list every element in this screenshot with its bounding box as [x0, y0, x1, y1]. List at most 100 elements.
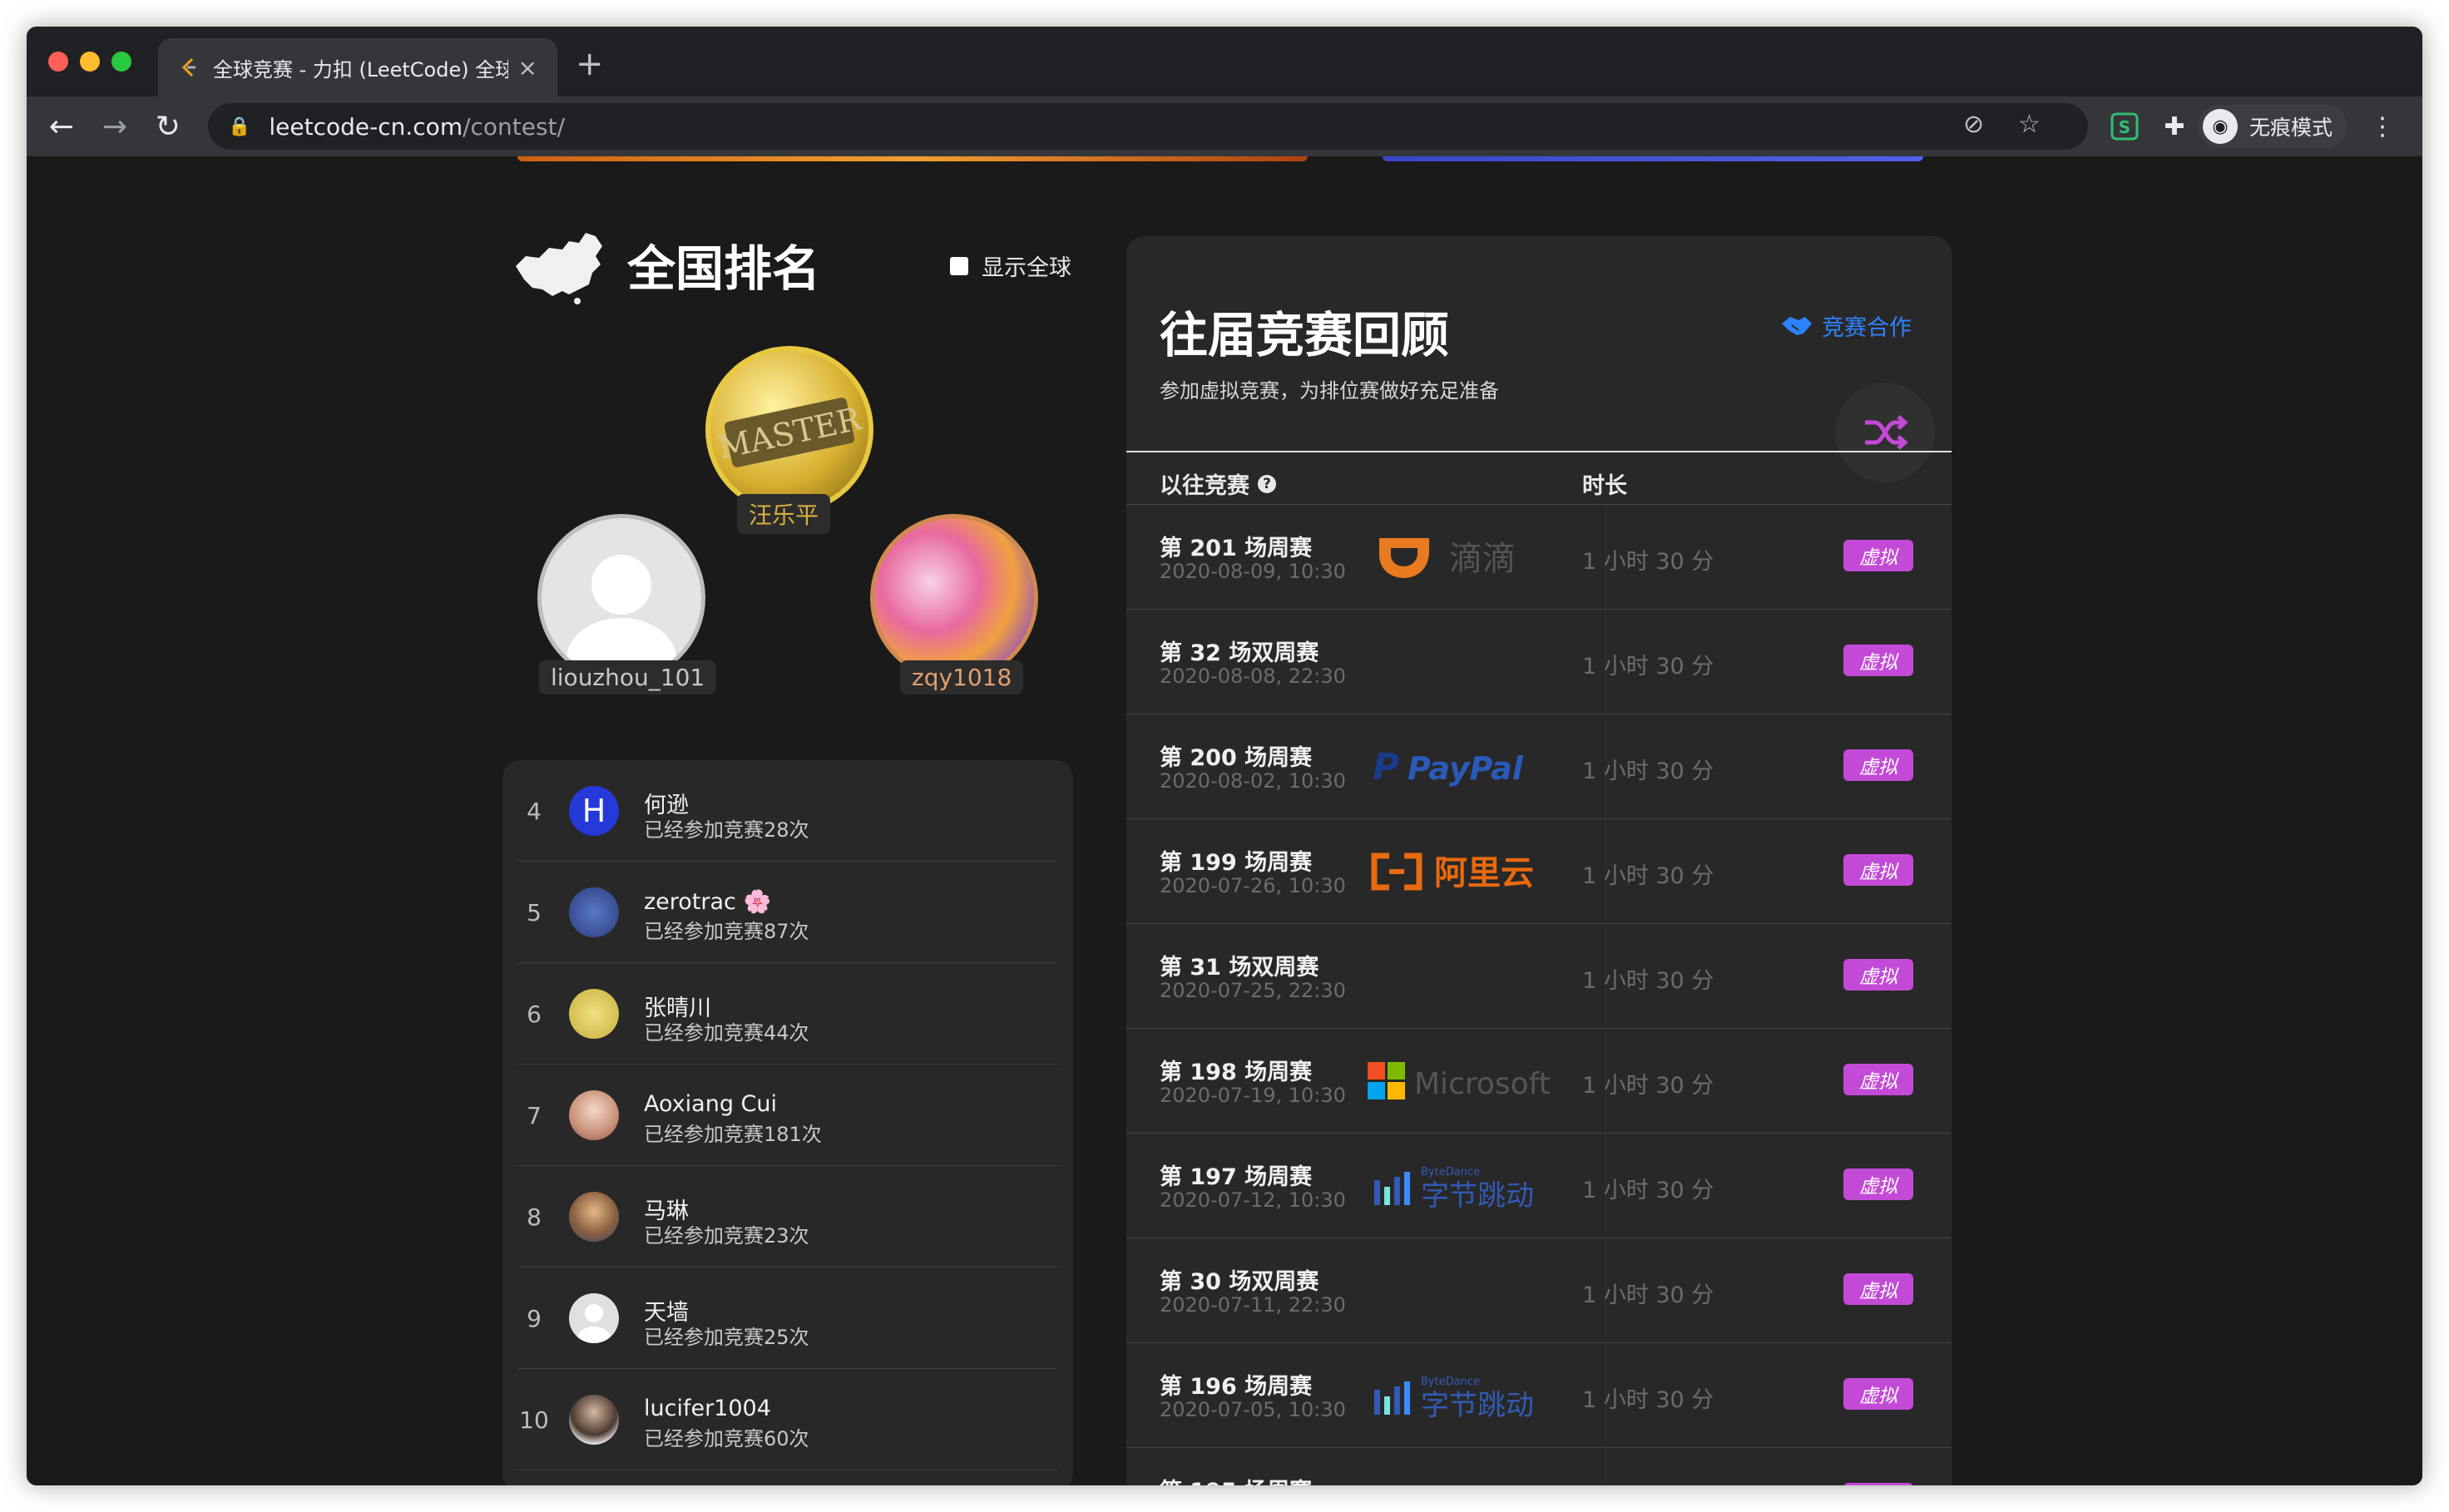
contest-duration: 1 小时 30 分 [1582, 1073, 1714, 1099]
review-title: 往届竞赛回顾 [1160, 307, 1450, 363]
ranking-row[interactable]: 5 zerotrac 🌸 已经参加竞赛87次 [517, 862, 1058, 963]
user-name[interactable]: lucifer1004 [644, 1396, 771, 1421]
contest-date: 2020-07-19, 10:30 [1160, 1084, 1346, 1107]
user-avatar[interactable] [569, 1090, 619, 1140]
contest-row[interactable]: 第 201 场周赛 2020-08-09, 10:30 1 小时 30 分 虚拟 滴滴 [1126, 505, 1952, 610]
contest-row[interactable]: 第 32 场双周赛 2020-08-08, 22:30 1 小时 30 分 虚拟 [1126, 610, 1952, 714]
bookmark-star-icon[interactable]: ☆ [2018, 110, 2041, 139]
ranking-row[interactable]: 9 天墙 已经参加竞赛25次 [517, 1267, 1058, 1369]
virtual-contest-button[interactable]: 虚拟 [1843, 749, 1913, 781]
virtual-contest-button[interactable]: 虚拟 [1843, 1169, 1913, 1200]
maximize-window-button[interactable] [111, 52, 131, 72]
back-arrow-icon[interactable]: ← [42, 106, 82, 146]
virtual-contest-button[interactable]: 虚拟 [1843, 645, 1913, 676]
contest-name[interactable]: 第 197 场周赛 [1160, 1159, 1312, 1191]
contest-row[interactable]: 第 198 场周赛 2020-07-19, 10:30 1 小时 30 分 虚拟 Mic… [1126, 1029, 1952, 1134]
url-path: /contest/ [463, 112, 566, 141]
contest-name[interactable]: 第 195 场周赛 [1160, 1473, 1312, 1485]
contest-name[interactable]: 第 32 场双周赛 [1160, 635, 1319, 667]
svg-text:字节跳动: 字节跳动 [1421, 1179, 1534, 1213]
user-avatar[interactable] [569, 1395, 619, 1445]
podium-avatar-3[interactable] [870, 514, 1038, 682]
rank-number: 10 [519, 1406, 549, 1434]
user-avatar[interactable] [569, 1293, 619, 1343]
ranking-row[interactable]: 7 Aoxiang Cui 已经参加竞赛181次 [517, 1065, 1058, 1166]
contest-row[interactable]: 第 31 场双周赛 2020-07-25, 22:30 1 小时 30 分 虚拟 [1126, 924, 1952, 1029]
podium-avatar-1[interactable]: MASTER [705, 346, 873, 514]
tab-close-icon[interactable]: × [518, 54, 537, 82]
contest-cooperation-link[interactable]: 竞赛合作 [1780, 309, 1912, 342]
extension-s-icon[interactable]: S [2106, 108, 2143, 145]
contest-row[interactable]: 第 196 场周赛 2020-07-05, 10:30 1 小时 30 分 虚拟 Byt… [1126, 1343, 1952, 1448]
podium-name-3[interactable]: zqy1018 [900, 660, 1024, 694]
contest-name[interactable]: 第 31 场双周赛 [1160, 949, 1319, 981]
contest-row[interactable]: 第 200 场周赛 2020-08-02, 10:30 1 小时 30 分 虚拟 P Pa… [1126, 714, 1952, 819]
incognito-label: 无痕模式 [2249, 116, 2333, 140]
reload-icon[interactable]: ↻ [148, 106, 188, 146]
tab-leetcode-contest[interactable]: 全球竞赛 - 力扣 (LeetCode) 全球 × [158, 38, 557, 96]
contest-row[interactable]: 第 197 场周赛 2020-07-12, 10:30 1 小时 30 分 虚拟 Byt… [1126, 1134, 1952, 1238]
new-tab-button[interactable]: + [576, 45, 604, 83]
contest-banner-biweekly[interactable] [1383, 156, 1923, 161]
random-contest-button[interactable] [1835, 383, 1935, 482]
contest-row[interactable]: 第 30 场双周赛 2020-07-11, 22:30 1 小时 30 分 虚拟 [1126, 1238, 1952, 1343]
contest-count: 已经参加竞赛23次 [644, 1224, 809, 1248]
ranking-row[interactable]: 4 H 何逊 已经参加竞赛28次 [517, 760, 1058, 862]
podium-avatar-2[interactable] [537, 514, 705, 682]
shuffle-icon [1865, 415, 1908, 450]
podium-name-2[interactable]: liouzhou_101 [539, 660, 717, 694]
virtual-contest-button[interactable]: 虚拟 [1843, 540, 1913, 571]
show-global-checkbox[interactable] [950, 256, 968, 275]
user-name[interactable]: zerotrac 🌸 [644, 888, 771, 915]
bytedance-logo: ByteDance 字节跳动 [1368, 1365, 1567, 1423]
address-bar[interactable]: 🔒 leetcode-cn.com/contest/ ⊘ ☆ [208, 103, 2088, 150]
rank-number: 8 [527, 1203, 542, 1231]
rank-number: 7 [527, 1101, 542, 1129]
rank-number: 6 [527, 1000, 542, 1028]
ranking-row[interactable]: 6 张晴川 已经参加竞赛44次 [517, 963, 1058, 1065]
contest-duration: 1 小时 30 分 [1582, 863, 1714, 889]
help-icon[interactable]: ? [1258, 474, 1276, 493]
user-avatar[interactable] [569, 887, 619, 937]
aliyun-logo: 阿里云 [1368, 841, 1567, 899]
contest-date: 2020-07-12, 10:30 [1160, 1188, 1346, 1212]
contest-name[interactable]: 第 196 场周赛 [1160, 1368, 1312, 1401]
contest-banner-weekly[interactable] [517, 156, 1308, 161]
contest-row[interactable]: 第 195 场周赛1 小时 30 分虚拟 [1126, 1448, 1952, 1485]
virtual-contest-button[interactable]: 虚拟 [1843, 1378, 1913, 1410]
virtual-contest-button[interactable]: 虚拟 [1843, 959, 1913, 991]
incognito-indicator[interactable]: ◉ 无痕模式 [2198, 105, 2348, 148]
contest-name[interactable]: 第 30 场双周赛 [1160, 1263, 1319, 1296]
contest-count: 已经参加竞赛87次 [644, 920, 809, 943]
virtual-contest-button[interactable]: 虚拟 [1843, 854, 1913, 886]
user-avatar[interactable]: H [569, 786, 619, 836]
close-window-button[interactable] [48, 52, 68, 72]
browser-menu-icon[interactable]: ⋮ [2364, 108, 2401, 145]
default-user-icon [577, 1304, 611, 1343]
show-global-toggle[interactable]: 显示全球 [950, 250, 1071, 282]
contest-name[interactable]: 第 201 场周赛 [1160, 530, 1312, 562]
minimize-window-button[interactable] [80, 52, 100, 72]
rank-number: 4 [527, 797, 542, 825]
user-avatar[interactable] [569, 1192, 619, 1242]
extensions-puzzle-icon[interactable]: ✚ [2156, 108, 2193, 145]
virtual-contest-button[interactable]: 虚拟 [1843, 1483, 1913, 1485]
contest-row[interactable]: 第 199 场周赛 2020-07-26, 10:30 1 小时 30 分 虚拟 阿里云 [1126, 819, 1952, 924]
header-divider [1126, 451, 1952, 452]
page-content: 全国排名 显示全球 MASTER 汪乐平 liouzhou_101 zqy101… [27, 156, 2422, 1485]
user-name[interactable]: Aoxiang Cui [644, 1091, 777, 1117]
forward-arrow-icon[interactable]: → [95, 106, 135, 146]
virtual-contest-button[interactable]: 虚拟 [1843, 1273, 1913, 1305]
ranking-row[interactable]: 8 马琳 已经参加竞赛23次 [517, 1166, 1058, 1267]
contest-name[interactable]: 第 198 场周赛 [1160, 1054, 1312, 1086]
column-header-contest: 以往竞赛? [1160, 467, 1276, 500]
ranking-row[interactable]: 10 lucifer1004 已经参加竞赛60次 [517, 1369, 1058, 1470]
contest-date: 2020-08-02, 10:30 [1160, 769, 1346, 793]
contest-name[interactable]: 第 200 场周赛 [1160, 739, 1312, 772]
podium-name-1[interactable]: 汪乐平 [737, 494, 831, 534]
contest-name[interactable]: 第 199 场周赛 [1160, 844, 1312, 877]
eye-off-icon[interactable]: ⊘ [1963, 110, 1984, 139]
user-avatar[interactable] [569, 989, 619, 1039]
virtual-contest-button[interactable]: 虚拟 [1843, 1064, 1913, 1095]
svg-text:字节跳动: 字节跳动 [1421, 1389, 1534, 1422]
